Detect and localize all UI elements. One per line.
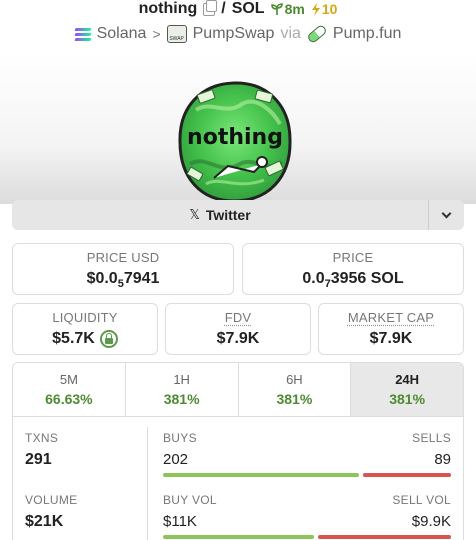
copy-icon[interactable] xyxy=(203,3,215,16)
buys-bar xyxy=(163,473,359,477)
market-cap-label: MARKET CAP xyxy=(348,310,434,325)
txn-stats-panel: TXNS 291 BUYS 202 SELLS 89 VOLUME $21K B… xyxy=(12,416,464,540)
price-usd-zero-count: 5 xyxy=(118,278,124,290)
sell-vol-bar xyxy=(318,535,451,539)
tab-5m-label: 5M xyxy=(60,372,78,387)
price-native-prefix: 0.0 xyxy=(302,270,324,288)
x-icon: 𝕏 xyxy=(189,207,199,223)
dex-link[interactable]: PumpSwap xyxy=(193,25,275,43)
token-header-banner: nothing xyxy=(0,54,476,204)
via-text: via xyxy=(280,25,300,43)
liquidity-card[interactable]: LIQUIDITY $5.7K xyxy=(12,303,158,355)
sell-vol-value: $9.9K xyxy=(412,513,451,530)
pair-title: nothing / SOL 8m 10 xyxy=(0,0,476,18)
chevron-right-icon: > xyxy=(152,26,160,42)
buys-label: BUYS xyxy=(163,431,197,445)
tab-1h-label: 1H xyxy=(173,372,190,387)
volume-value: $21K xyxy=(25,513,63,531)
chevron-down-icon xyxy=(442,208,452,218)
launchpad-link[interactable]: Pump.fun xyxy=(333,25,401,43)
sells-value: 89 xyxy=(434,451,451,468)
price-usd-label: PRICE USD xyxy=(87,250,160,265)
fdv-label: FDV xyxy=(225,310,252,325)
token-name: nothing xyxy=(139,0,198,18)
socials-dropdown-button[interactable] xyxy=(428,200,464,230)
tab-24h-label: 24H xyxy=(395,372,419,387)
tab-5m[interactable]: 5M 66.63% xyxy=(13,363,126,416)
sprout-icon xyxy=(271,3,283,15)
price-native-zero-count: 7 xyxy=(325,278,331,290)
fdv-card[interactable]: FDV $7.9K xyxy=(165,303,311,355)
liquidity-value: $5.7K xyxy=(52,330,95,348)
liquidity-label: LIQUIDITY xyxy=(52,310,117,325)
buy-vol-label: BUY VOL xyxy=(163,493,217,507)
tab-6h[interactable]: 6H 381% xyxy=(239,363,352,416)
txns-label: TXNS xyxy=(25,431,58,445)
price-native-label: PRICE xyxy=(333,250,374,265)
pair-age: 8m xyxy=(271,1,305,17)
twitter-button[interactable]: 𝕏 Twitter xyxy=(12,200,428,230)
pair-separator: / xyxy=(221,0,225,18)
price-usd-prefix: $0.0 xyxy=(87,270,118,288)
sells-bar xyxy=(363,473,451,477)
txns-value: 291 xyxy=(25,451,52,469)
chain-link[interactable]: Solana xyxy=(97,25,147,43)
market-cap-card[interactable]: MARKET CAP $7.9K xyxy=(318,303,464,355)
age-value: 8m xyxy=(285,1,305,17)
pumpfun-icon xyxy=(306,24,328,45)
price-usd-card: PRICE USD $0.0 5 7941 xyxy=(12,243,234,295)
price-native-digits: 3956 SOL xyxy=(331,270,404,288)
tab-1h-change: 381% xyxy=(164,391,200,407)
tab-6h-change: 381% xyxy=(276,391,312,407)
boost-badge[interactable]: 10 xyxy=(311,1,338,17)
price-usd-digits: 7941 xyxy=(124,270,160,288)
buy-vol-bar xyxy=(163,535,314,539)
timeframe-tabs: 5M 66.63% 1H 381% 6H 381% 24H 381% xyxy=(12,362,464,416)
stats-divider xyxy=(147,427,148,540)
tab-5m-change: 66.63% xyxy=(45,391,92,407)
solana-icon xyxy=(75,28,91,41)
quote-token: SOL xyxy=(232,0,265,18)
buys-value: 202 xyxy=(163,451,188,468)
tab-24h[interactable]: 24H 381% xyxy=(351,363,463,416)
lock-icon xyxy=(100,330,118,348)
boost-count: 10 xyxy=(322,1,338,17)
token-logo-text: nothing xyxy=(187,125,283,150)
tab-1h[interactable]: 1H 381% xyxy=(126,363,239,416)
tab-6h-label: 6H xyxy=(286,372,303,387)
liquidity-value-row: $5.7K xyxy=(52,330,118,348)
price-native-card: PRICE 0.0 7 3956 SOL xyxy=(242,243,464,295)
volume-label: VOLUME xyxy=(25,493,77,507)
market-cap-value: $7.9K xyxy=(370,330,413,348)
sells-label: SELLS xyxy=(412,431,451,445)
sell-vol-label: SELL VOL xyxy=(392,493,451,507)
fdv-value: $7.9K xyxy=(217,330,260,348)
pumpswap-icon: SWAP xyxy=(167,25,187,43)
price-usd-value: $0.0 5 7941 xyxy=(87,270,160,288)
breadcrumb: Solana > SWAP PumpSwap via Pump.fun xyxy=(0,22,476,46)
socials-bar: 𝕏 Twitter xyxy=(12,200,464,230)
token-logo: nothing xyxy=(176,80,294,204)
buy-vol-value: $11K xyxy=(163,513,197,530)
price-native-value: 0.0 7 3956 SOL xyxy=(302,270,403,288)
twitter-label: Twitter xyxy=(206,207,251,223)
tab-24h-change: 381% xyxy=(389,391,425,407)
lightning-icon xyxy=(311,3,321,16)
